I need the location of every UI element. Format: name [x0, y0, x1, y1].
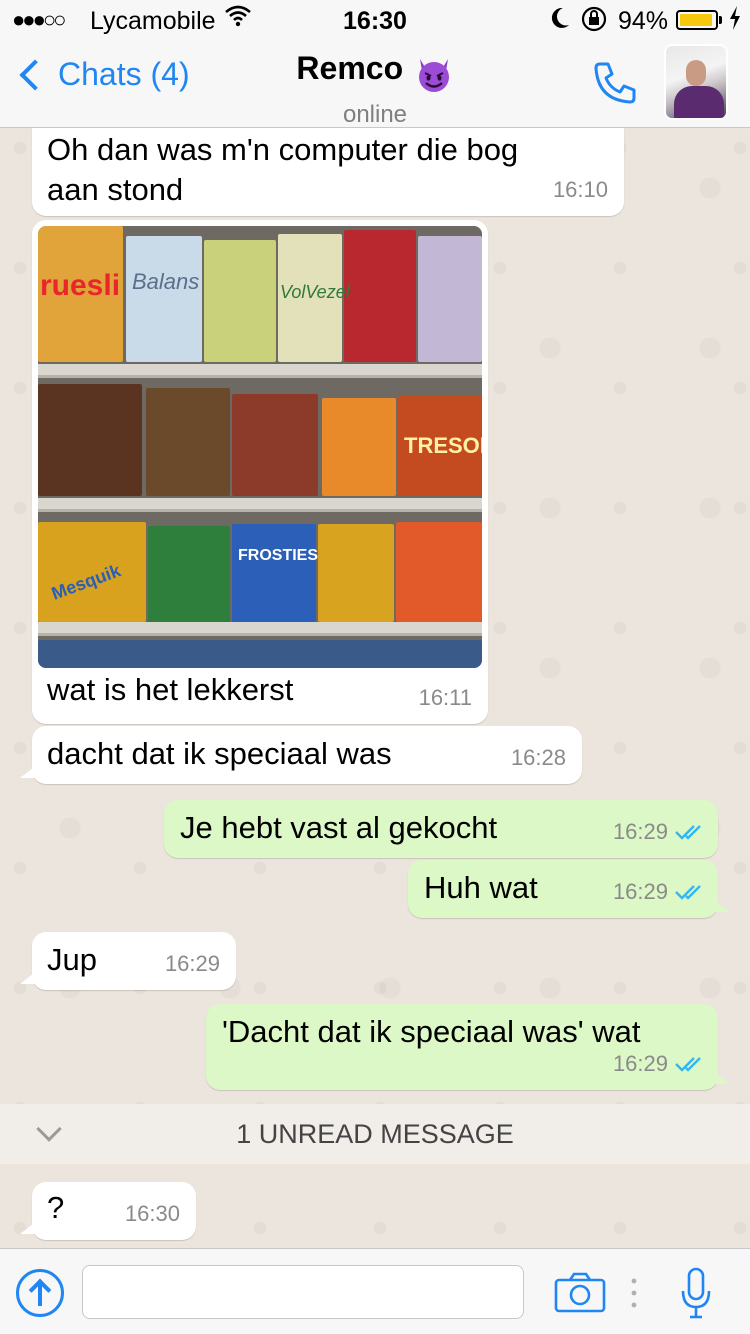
chat-header: Chats (4) Remco online [0, 40, 750, 128]
attach-upload-button[interactable] [16, 1269, 64, 1317]
message-timestamp: 16:29 [612, 879, 668, 904]
cereal-box [204, 240, 276, 362]
contact-name: Remco [296, 50, 404, 86]
bubble-tail [20, 764, 38, 778]
incoming-message[interactable]: ? 16:30 [20, 1182, 196, 1240]
outgoing-message[interactable]: Huh wat 16:29 [408, 860, 730, 918]
message-text: Huh wat [424, 870, 538, 905]
bubble-tail [20, 970, 38, 984]
chevron-down-icon[interactable] [36, 1116, 62, 1142]
message-meta: 16:29 [613, 812, 704, 852]
message-meta: 16:29 [613, 1044, 704, 1084]
smiling-devil-emoji-icon [418, 58, 449, 92]
bubble-tail [712, 898, 730, 912]
contact-avatar[interactable] [664, 44, 728, 120]
message-meta: 16:29 [613, 872, 704, 912]
unread-banner-text: 1 UNREAD MESSAGE [236, 1118, 514, 1149]
message-timestamp: 16:29 [164, 951, 220, 976]
read-receipt-icon [675, 825, 701, 840]
phone-call-icon[interactable] [590, 58, 640, 108]
avatar-face [686, 60, 706, 86]
message-list[interactable]: Oh dan was m'n computer die bog aan ston… [0, 128, 750, 1248]
shelf [38, 622, 482, 636]
message-timestamp: 16:29 [612, 819, 668, 844]
message-text: Je hebt vast al gekocht [180, 810, 498, 845]
cereal-box [418, 236, 482, 362]
cereal-box [38, 384, 142, 496]
battery-percentage: 94% [618, 7, 669, 35]
battery-tip [719, 16, 722, 24]
cereal-box [322, 398, 396, 496]
cereal-box [396, 522, 482, 622]
message-timestamp: 16:28 [510, 745, 566, 770]
message-timestamp: 16:11 [418, 685, 472, 710]
incoming-message[interactable]: Jup 16:29 [20, 932, 236, 990]
message-text: ? [47, 1190, 65, 1225]
message-text: Jup [47, 942, 97, 977]
box-label: VolVezel [280, 282, 350, 302]
box-label: Balans [132, 269, 200, 294]
shelf [38, 498, 482, 512]
unread-messages-banner: 1 UNREAD MESSAGE [0, 1104, 750, 1164]
message-text: Oh dan was m'n computer die bog aan ston… [47, 130, 518, 210]
message-timestamp: 16:30 [124, 1201, 180, 1226]
avatar-body [674, 86, 724, 118]
status-bar: ●●●○○ Lycamobile 16:30 94% [0, 0, 750, 40]
message-text: 'Dacht dat ik speciaal was' wat [222, 1014, 641, 1049]
box-label: ruesli [40, 269, 121, 302]
box-label: FROSTIES [238, 547, 319, 564]
shelf [38, 364, 482, 378]
incoming-image-message[interactable]: ruesli Balans VolVezel TRESOR FROSTIES M… [32, 220, 488, 724]
camera-icon[interactable] [554, 1271, 606, 1313]
do-not-disturb-icon [548, 5, 572, 38]
arrow-up-stem [38, 1282, 42, 1306]
cereal-shelf-photo[interactable]: ruesli Balans VolVezel TRESOR FROSTIES M… [38, 226, 482, 668]
cereal-box [38, 640, 482, 668]
outgoing-message[interactable]: Je hebt vast al gekocht 16:29 [164, 800, 718, 858]
message-text: dacht dat ik speciaal was [47, 736, 392, 771]
cereal-box [146, 388, 230, 496]
microphone-icon[interactable] [678, 1267, 714, 1321]
outgoing-message[interactable]: 'Dacht dat ik speciaal was' wat 16:29 [206, 1004, 730, 1090]
cereal-box [344, 230, 416, 362]
battery-fill [680, 14, 712, 26]
read-receipt-icon [675, 1057, 701, 1072]
image-caption: wat is het lekkerst [47, 672, 294, 707]
cereal-box [232, 394, 318, 496]
message-text-line: aan stond [47, 172, 184, 207]
message-timestamp: 16:29 [612, 1051, 668, 1076]
incoming-message[interactable]: Oh dan was m'n computer die bog aan ston… [32, 128, 624, 216]
rotation-lock-icon [580, 5, 608, 39]
cereal-box [318, 524, 394, 622]
bubble-tail [712, 1070, 730, 1084]
message-text-line: Oh dan was m'n computer die bog [47, 132, 519, 167]
message-timestamp: 16:10 [552, 177, 608, 202]
more-options-icon[interactable] [630, 1273, 638, 1313]
read-receipt-icon [675, 885, 701, 900]
composer-bar [0, 1248, 750, 1334]
incoming-message[interactable]: dacht dat ik speciaal was 16:28 [20, 726, 582, 784]
box-label: TRESOR [404, 433, 482, 458]
bubble-tail [20, 1220, 38, 1234]
battery-icon [676, 10, 718, 30]
charging-icon [728, 5, 742, 37]
message-input[interactable] [82, 1265, 524, 1319]
cereal-box [148, 526, 230, 622]
